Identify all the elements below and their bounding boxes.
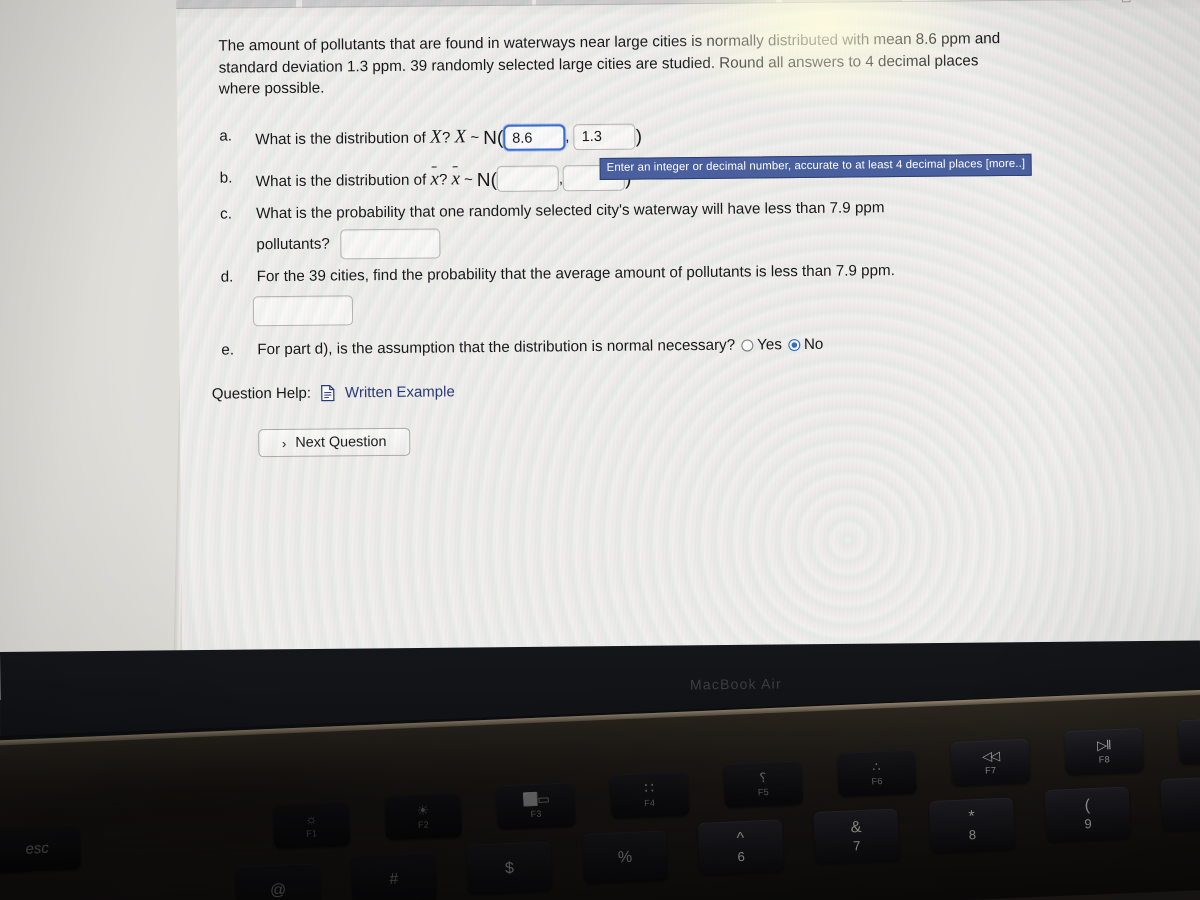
key-f2-brightness-up[interactable]: ☀ F2 (384, 793, 463, 841)
key-f8-play-pause[interactable]: ▷‖ F8 (1064, 727, 1144, 776)
question-part-a: a. What is the distribution of X? X ~ N(8.… (219, 117, 1069, 156)
mission-control-icon: ⬜▭ (521, 790, 550, 807)
rewind-icon: ◁◁ (981, 747, 999, 764)
part-d-letter: d. (220, 268, 234, 286)
key-2-at[interactable]: @ (235, 863, 322, 900)
next-question-label: Next Question (295, 433, 387, 451)
question-prompt: The amount of pollutants that are found … (218, 30, 1001, 98)
key-4-dollar[interactable]: $ (466, 841, 553, 895)
maximize-icon[interactable]: □ (1121, 0, 1132, 4)
written-example-link[interactable]: Written Example (345, 383, 455, 401)
part-b-mean-input[interactable] (496, 165, 560, 193)
play-pause-icon: ▷‖ (1096, 736, 1111, 753)
part-e-radio-yes[interactable] (741, 339, 754, 352)
key-3-hash[interactable]: # (350, 852, 437, 900)
part-a-text: What is the distribution of (255, 129, 426, 149)
key-f9-fast-forward[interactable]: ▷▷ F9 (1177, 717, 1200, 765)
part-b-letter: b. (219, 168, 233, 187)
laptop-screen: – □ × The amount of pollutants that are … (176, 0, 1200, 672)
desk-surface-left (0, 0, 200, 700)
key-f3-mission-control[interactable]: ⬜▭ F3 (495, 782, 576, 830)
keyboard-brightness-down-icon: ⸮ (759, 769, 767, 785)
launchpad-icon: ∷ (644, 779, 655, 797)
part-e-text: For part d), is the assumption that the … (257, 336, 736, 358)
key-f6-keyboard-brightness-up[interactable]: ∴ F6 (836, 749, 917, 797)
macbook-brand-text: MacBook Air (689, 675, 782, 693)
part-b-text: What is the distribution of (255, 171, 427, 190)
input-format-tooltip: Enter an integer or decimal number, accu… (599, 153, 1033, 180)
chevron-right-icon: › (281, 435, 287, 451)
part-a-tilde: ~ (470, 129, 480, 147)
part-a-variable: X (429, 126, 443, 148)
key-0-close-paren[interactable]: ) 0 (1160, 775, 1200, 832)
brightness-down-icon: ☼ (304, 810, 318, 827)
part-c-letter: c. (219, 205, 232, 223)
part-b-dist-label: N( (476, 169, 497, 191)
part-d-text: For the 39 cities, find the probability … (256, 261, 895, 286)
keyboard-brightness-up-icon: ∴ (871, 758, 881, 774)
minimize-icon[interactable]: – (1096, 0, 1107, 4)
document-icon (321, 384, 335, 402)
key-f4-launchpad[interactable]: ∷ F4 (609, 771, 690, 819)
key-f5-keyboard-brightness-down[interactable]: ⸮ F5 (723, 760, 804, 808)
question-parts: a. What is the distribution of X? X ~ N(8.… (219, 117, 1071, 367)
part-b-dist-variable: x (451, 165, 461, 194)
key-f1-brightness-down[interactable]: ☼ F1 (272, 801, 351, 850)
key-7-ampersand[interactable]: & 7 (813, 808, 900, 864)
part-a-dist-variable: X (454, 126, 467, 148)
key-8-asterisk[interactable]: * 8 (928, 797, 1016, 854)
part-e-radio-no[interactable] (787, 338, 800, 351)
part-e-no-label: No (803, 335, 824, 353)
part-a-sd-input[interactable]: 1.3 (573, 123, 636, 151)
part-a-letter: a. (219, 127, 233, 145)
browser-tab[interactable] (176, 0, 297, 9)
part-a-comma: , (565, 128, 570, 146)
part-b-variable: x (430, 165, 439, 194)
part-a-mean-input[interactable]: 8.6 (503, 124, 566, 151)
part-c-answer-input[interactable] (339, 228, 441, 260)
assignment-page: The amount of pollutants that are found … (176, 8, 1200, 672)
part-b-tilde: ~ (463, 170, 473, 188)
part-e-yes-label: Yes (757, 335, 782, 354)
part-e-letter: e. (221, 341, 235, 359)
part-c-line1: What is the probability that one randoml… (255, 199, 885, 223)
key-5-percent[interactable]: % (582, 830, 669, 884)
key-esc[interactable]: esc (0, 825, 82, 874)
photo-of-laptop-scene: – □ × The amount of pollutants that are … (0, 0, 1200, 900)
part-c-line2: pollutants? (256, 235, 330, 254)
brightness-up-icon: ☀ (416, 801, 430, 818)
part-a-close-paren: ) (635, 126, 643, 148)
next-question-button[interactable]: › Next Question (258, 427, 411, 458)
question-part-c: c. What is the probability that one rand… (220, 195, 1071, 260)
part-a-dist-label: N( (483, 127, 504, 150)
question-part-d: d. For the 39 cities, find the probabili… (221, 258, 1072, 326)
close-icon[interactable]: × (1151, 0, 1162, 4)
question-part-e: e. For part d), is the assumption that t… (221, 331, 1071, 362)
question-help-row: Question Help: Written Example (212, 383, 455, 402)
key-f7-rewind[interactable]: ◁◁ F7 (950, 738, 1031, 787)
key-6-caret[interactable]: ^ 6 (697, 819, 784, 875)
question-help-label: Question Help: (211, 384, 312, 403)
part-b-qmark: ? (438, 170, 448, 188)
key-9-open-paren[interactable]: ( 9 (1044, 786, 1131, 843)
part-d-answer-input[interactable] (252, 294, 354, 326)
part-a-qmark: ? (441, 129, 451, 147)
